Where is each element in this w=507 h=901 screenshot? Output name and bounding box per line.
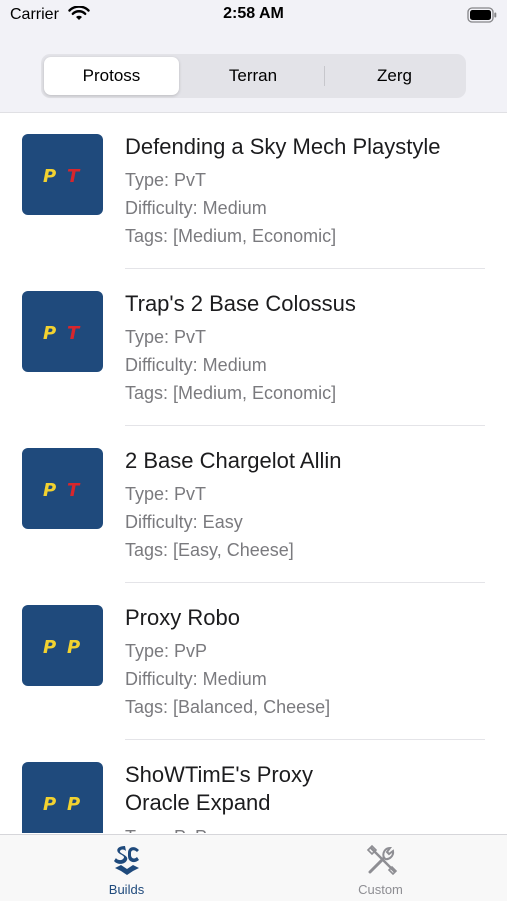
build-row[interactable]: P P ShoWTimE's Proxy Oracle Expand Type:…	[0, 741, 507, 833]
build-type: Type: PvT	[125, 327, 207, 347]
build-title: Defending a Sky Mech Playstyle	[125, 134, 441, 159]
build-title-line-2: Oracle Expand	[125, 790, 271, 815]
build-difficulty: Difficulty: Easy	[125, 512, 243, 532]
matchup-pvt-icon: P T	[22, 291, 103, 372]
row-divider	[125, 268, 485, 269]
svg-text:P: P	[43, 794, 56, 815]
build-type: Type: PvP	[125, 825, 207, 833]
svg-text:P: P	[43, 323, 56, 344]
tab-custom[interactable]: Custom	[254, 835, 507, 901]
build-tags: Tags: [Medium, Economic]	[125, 226, 337, 246]
build-title-line-1: ShoWTimE's Proxy	[125, 762, 313, 787]
segment-zerg[interactable]: Zerg	[326, 57, 463, 95]
build-type: Type: PvT	[125, 170, 207, 190]
matchup-pvp-icon: P P	[22, 762, 103, 833]
build-difficulty: Difficulty: Medium	[125, 198, 267, 218]
tab-builds-label: Builds	[108, 882, 145, 897]
svg-text:P: P	[43, 166, 56, 187]
row-divider	[125, 425, 485, 426]
row-divider	[125, 582, 485, 583]
race-segment-header: Protoss Terran Zerg	[0, 32, 507, 113]
tab-bar: Builds Custom	[0, 834, 507, 901]
svg-text:P: P	[43, 637, 56, 658]
tools-icon	[365, 843, 399, 882]
build-difficulty: Difficulty: Medium	[125, 355, 267, 375]
row-divider	[125, 739, 485, 740]
status-time: 2:58 AM	[223, 5, 284, 22]
matchup-pvp-icon: P P	[22, 605, 103, 686]
build-type: Type: PvT	[125, 484, 207, 504]
race-segmented-control: Protoss Terran Zerg	[41, 54, 466, 98]
build-row[interactable]: P T Trap's 2 Base Colossus Type: PvT Dif…	[0, 270, 507, 427]
build-row[interactable]: P T Defending a Sky Mech Playstyle Type:…	[0, 113, 507, 270]
build-tags: Tags: [Balanced, Cheese]	[125, 697, 331, 717]
svg-text:P: P	[67, 794, 80, 815]
svg-text:P: P	[67, 637, 80, 658]
build-row[interactable]: P T 2 Base Chargelot Allin Type: PvT Dif…	[0, 427, 507, 584]
segment-divider	[324, 66, 325, 86]
svg-text:P: P	[43, 480, 56, 501]
matchup-pvt-icon: P T	[22, 448, 103, 529]
build-title: 2 Base Chargelot Allin	[125, 448, 342, 473]
segment-protoss[interactable]: Protoss	[44, 57, 179, 95]
battery-icon	[467, 7, 497, 28]
builds-list[interactable]: P T Defending a Sky Mech Playstyle Type:…	[0, 113, 507, 833]
build-title: Trap's 2 Base Colossus	[125, 291, 356, 316]
build-difficulty: Difficulty: Medium	[125, 669, 267, 689]
tab-builds[interactable]: Builds	[0, 835, 253, 901]
segment-terran[interactable]: Terran	[183, 57, 323, 95]
build-type: Type: PvP	[125, 641, 208, 661]
build-tags: Tags: [Easy, Cheese]	[125, 540, 294, 560]
svg-text:T: T	[67, 166, 81, 187]
tab-custom-label: Custom	[358, 882, 403, 897]
sc-logo-icon	[111, 843, 143, 882]
build-tags: Tags: [Medium, Economic]	[125, 383, 337, 403]
build-title: Proxy Robo	[125, 605, 240, 630]
matchup-pvt-icon: P T	[22, 134, 103, 215]
svg-text:T: T	[67, 323, 81, 344]
svg-text:T: T	[67, 480, 81, 501]
build-row[interactable]: P P Proxy Robo Type: PvP Difficulty: Med…	[0, 584, 507, 741]
status-bar: Carrier 2:58 AM	[0, 0, 507, 32]
